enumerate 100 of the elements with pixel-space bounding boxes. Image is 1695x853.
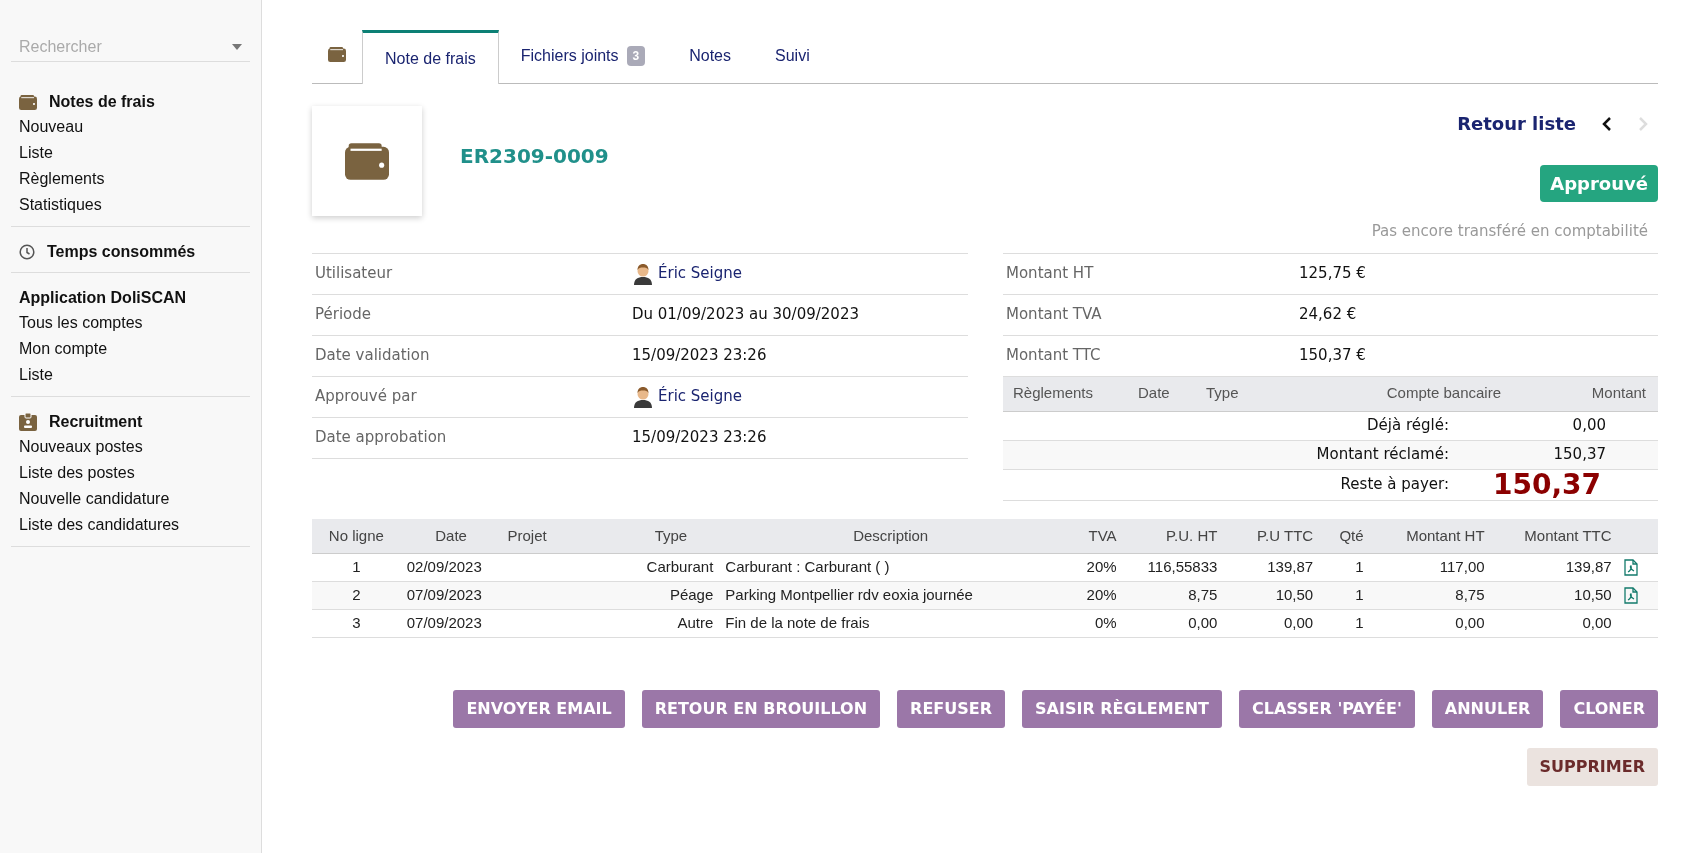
total-label: Montant TVA bbox=[1005, 304, 1103, 326]
summary-label: Reste à payer: bbox=[1339, 474, 1450, 496]
total-value: 150,37 € bbox=[1299, 345, 1366, 367]
column-header: Type bbox=[622, 518, 720, 554]
table-cell: 0,00 bbox=[1283, 614, 1314, 632]
field-value: Du 01/09/2023 au 30/09/2023 bbox=[632, 304, 859, 326]
table-cell: Autre bbox=[677, 614, 714, 632]
table-cell: 07/09/2023 bbox=[406, 586, 482, 604]
action-button[interactable]: ENVOYER EMAIL bbox=[453, 690, 625, 728]
user-link[interactable]: Éric Seigne bbox=[658, 385, 742, 408]
column-header: Qté bbox=[1319, 518, 1370, 554]
delete-button[interactable]: SUPPRIMER bbox=[1526, 748, 1658, 786]
field-label: Date approbation bbox=[314, 427, 448, 449]
column-header: Montant HT bbox=[1369, 518, 1491, 554]
table-cell: 1 bbox=[1355, 586, 1364, 604]
menu-section-title[interactable]: Application DoliSCAN bbox=[19, 286, 187, 310]
menu-item[interactable]: Liste bbox=[19, 141, 53, 165]
column-header: Date bbox=[1138, 383, 1171, 404]
field-label: Utilisateur bbox=[314, 263, 394, 285]
id-badge-icon bbox=[19, 413, 37, 431]
action-button[interactable]: SAISIR RÈGLEMENT bbox=[1022, 690, 1222, 728]
column-header: Type bbox=[1206, 383, 1240, 404]
tab[interactable]: Notes bbox=[667, 29, 753, 83]
summary-value: 150,37 bbox=[1552, 444, 1607, 466]
menu-section-title[interactable]: Notes de frais bbox=[49, 90, 155, 114]
table-cell: 02/09/2023 bbox=[406, 558, 482, 576]
search-field[interactable]: Rechercher bbox=[19, 34, 199, 59]
column-header: Montant bbox=[1590, 383, 1646, 404]
menu-item[interactable]: Règlements bbox=[19, 167, 105, 191]
column-header: No ligne bbox=[312, 518, 401, 554]
action-button[interactable]: REFUSER bbox=[897, 690, 1006, 728]
column-header: P.U TTC bbox=[1223, 518, 1320, 554]
menu-item[interactable]: Liste bbox=[19, 363, 53, 387]
table-cell: Parking Montpellier rdv eoxia journée bbox=[725, 586, 973, 604]
table-cell: 116,55833 bbox=[1147, 558, 1218, 576]
column-header: TVA bbox=[1062, 518, 1123, 554]
field-value: 15/09/2023 23:26 bbox=[632, 345, 767, 367]
action-button[interactable]: CLONER bbox=[1560, 690, 1658, 728]
table-cell: Carburant : Carburant ( ) bbox=[725, 558, 890, 576]
menu-item[interactable]: Mon compte bbox=[19, 337, 108, 361]
table-cell: 1 bbox=[1355, 558, 1364, 576]
column-header: Description bbox=[719, 518, 1063, 554]
wallet-icon bbox=[345, 142, 389, 180]
table-cell: 8,75 bbox=[1188, 586, 1218, 604]
table-cell: 8,75 bbox=[1455, 586, 1485, 604]
column-header: P.U. HT bbox=[1122, 518, 1224, 554]
pdf-file-icon[interactable] bbox=[1623, 559, 1638, 576]
column-header: Montant TTC bbox=[1490, 518, 1618, 554]
tab[interactable]: Fichiers joints 3 bbox=[498, 29, 668, 83]
total-label: Montant TTC bbox=[1005, 345, 1102, 367]
summary-value: 0,00 bbox=[1571, 415, 1607, 437]
menu-item[interactable]: Statistiques bbox=[19, 193, 102, 217]
table-cell: 20% bbox=[1086, 586, 1117, 604]
menu-item[interactable]: Nouvelle candidature bbox=[19, 487, 170, 511]
table-cell: 20% bbox=[1086, 558, 1117, 576]
wallet-icon bbox=[328, 47, 346, 62]
field-label: Approuvé par bbox=[314, 386, 418, 408]
tab[interactable]: Suivi bbox=[753, 29, 832, 83]
user-link[interactable]: Éric Seigne bbox=[658, 262, 742, 285]
table-cell: 2 bbox=[352, 586, 361, 604]
user-avatar-icon bbox=[632, 385, 654, 408]
menu-item[interactable]: Liste des postes bbox=[19, 461, 135, 485]
table-cell: 1 bbox=[352, 558, 361, 576]
status-badge: Approuvé bbox=[1540, 165, 1658, 202]
action-button[interactable]: RETOUR EN BROUILLON bbox=[641, 690, 881, 728]
wallet-icon bbox=[19, 94, 37, 110]
menu-item[interactable]: Nouveau bbox=[19, 115, 84, 139]
table-cell: 10,50 bbox=[1574, 586, 1612, 604]
table-cell: 139,87 bbox=[1565, 558, 1612, 576]
table-cell: Carburant bbox=[646, 558, 714, 576]
total-value: 24,62 € bbox=[1299, 304, 1357, 326]
count-badge: 3 bbox=[626, 46, 646, 66]
back-to-list-link[interactable]: Retour liste bbox=[1457, 110, 1576, 137]
reference-title: ER2309-0009 bbox=[460, 143, 609, 170]
table-cell: 10,50 bbox=[1275, 586, 1314, 604]
column-header: Projet bbox=[501, 518, 623, 554]
field-value: 15/09/2023 23:26 bbox=[632, 427, 767, 449]
accounting-note: Pas encore transféré en comptabilité bbox=[1371, 221, 1648, 242]
column-header: Règlements bbox=[1012, 383, 1095, 404]
table-cell: 07/09/2023 bbox=[406, 614, 482, 632]
table-cell: Fin de la note de frais bbox=[725, 614, 870, 632]
dropdown-caret-icon bbox=[232, 43, 242, 50]
action-button[interactable]: ANNULER bbox=[1431, 690, 1544, 728]
summary-label: Montant réclamé: bbox=[1315, 444, 1450, 466]
table-cell: 0% bbox=[1094, 614, 1117, 632]
table-cell: 0,00 bbox=[1582, 614, 1612, 632]
action-button[interactable]: CLASSER 'PAYÉE' bbox=[1238, 690, 1415, 728]
table-cell: 0,00 bbox=[1188, 614, 1218, 632]
pdf-file-icon[interactable] bbox=[1623, 587, 1638, 604]
table-cell: 1 bbox=[1355, 614, 1364, 632]
summary-label: Déjà réglé: bbox=[1366, 415, 1450, 437]
menu-section-title[interactable]: Recruitment bbox=[49, 410, 143, 434]
menu-section-title[interactable]: Temps consommés bbox=[47, 240, 196, 264]
table-cell: Péage bbox=[669, 586, 714, 604]
menu-item[interactable]: Nouveaux postes bbox=[19, 435, 143, 459]
menu-item[interactable]: Liste des candidatures bbox=[19, 513, 180, 537]
menu-item[interactable]: Tous les comptes bbox=[19, 311, 143, 335]
field-label: Période bbox=[314, 304, 372, 326]
tab[interactable]: Note de frais bbox=[362, 30, 499, 84]
column-header: Date bbox=[400, 518, 502, 554]
